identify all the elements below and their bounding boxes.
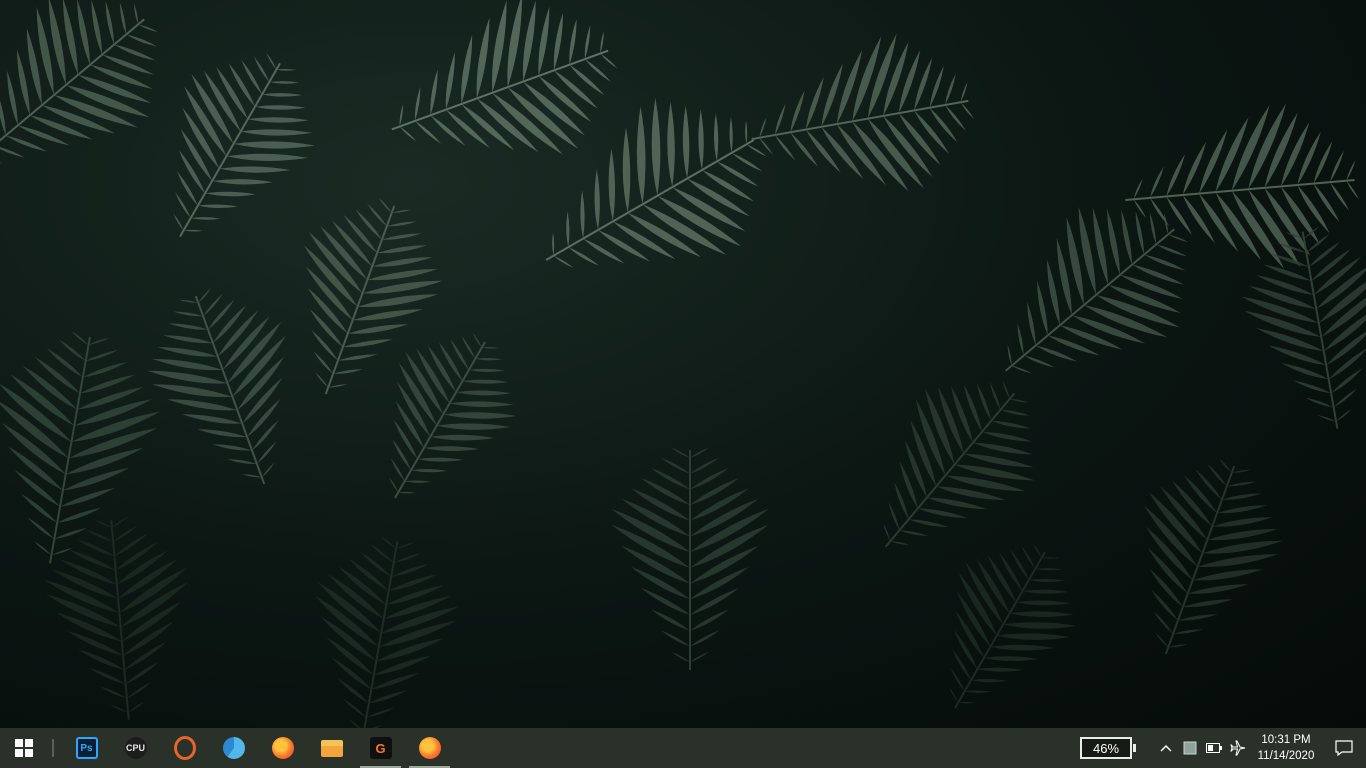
desktop-wallpaper [0, 0, 1366, 728]
photoshop-icon: Ps [75, 737, 98, 759]
folder-icon [320, 739, 343, 757]
palm-frond [1241, 226, 1366, 429]
firefox-icon [271, 737, 294, 759]
edge-icon [222, 737, 245, 759]
palm-leaves-illustration [0, 0, 1366, 728]
cpuid-icon: CPU [124, 737, 147, 759]
clock-time: 10:31 PM [1261, 734, 1311, 746]
chevron-up-icon [1160, 744, 1172, 752]
palm-frond [1005, 206, 1189, 374]
taskbar-app-firefox[interactable] [258, 728, 307, 768]
clock[interactable]: 10:31 PM 11/14/2020 [1250, 732, 1322, 764]
palm-frond [751, 33, 975, 192]
taskbar-app-edge[interactable] [209, 728, 258, 768]
palm-frond [303, 197, 444, 395]
palm-frond [949, 542, 1077, 709]
taskbar-app-garena[interactable]: G [356, 728, 405, 768]
network-icon [1183, 741, 1197, 755]
action-center-icon [1335, 740, 1353, 756]
taskbar-app-cpuid[interactable]: CPU [111, 728, 160, 768]
palm-frond [0, 0, 159, 164]
taskbar-app-photoshop[interactable]: Ps [62, 728, 111, 768]
taskbar-divider [52, 739, 54, 757]
battery-meter-widget[interactable]: 46% [1080, 737, 1136, 759]
battery-icon [1206, 743, 1222, 753]
opera-icon [173, 736, 196, 760]
network-button[interactable] [1178, 728, 1202, 768]
palm-frond [611, 447, 769, 670]
show-hidden-icons-button[interactable] [1154, 728, 1178, 768]
airplane-mode-button[interactable] [1226, 728, 1250, 768]
palm-frond [44, 516, 189, 720]
palm-frond [173, 52, 316, 238]
airplane-mode-icon [1230, 740, 1246, 756]
palm-frond [315, 536, 459, 728]
windows-logo-icon [15, 739, 33, 757]
start-button[interactable] [0, 728, 48, 768]
action-center-button[interactable] [1322, 728, 1366, 768]
taskbar-app-opera[interactable] [160, 728, 209, 768]
palm-frond [0, 330, 161, 564]
taskbar-app-firefox-2[interactable] [405, 728, 454, 768]
palm-frond [146, 287, 287, 485]
battery-button[interactable] [1202, 728, 1226, 768]
clock-date: 11/14/2020 [1257, 750, 1315, 762]
palm-frond [1125, 103, 1359, 269]
system-tray: 46% 10:31 PM 11/14/2020 [1080, 728, 1366, 768]
taskbar: Ps CPU G 46% 10:31 PM 11/14/2020 [0, 728, 1366, 768]
firefox-icon [418, 737, 441, 759]
taskbar-app-file-explorer[interactable] [307, 728, 356, 768]
palm-frond [883, 380, 1035, 548]
battery-percent: 46% [1092, 740, 1120, 756]
garena-icon: G [369, 737, 392, 759]
palm-frond [1143, 457, 1284, 655]
